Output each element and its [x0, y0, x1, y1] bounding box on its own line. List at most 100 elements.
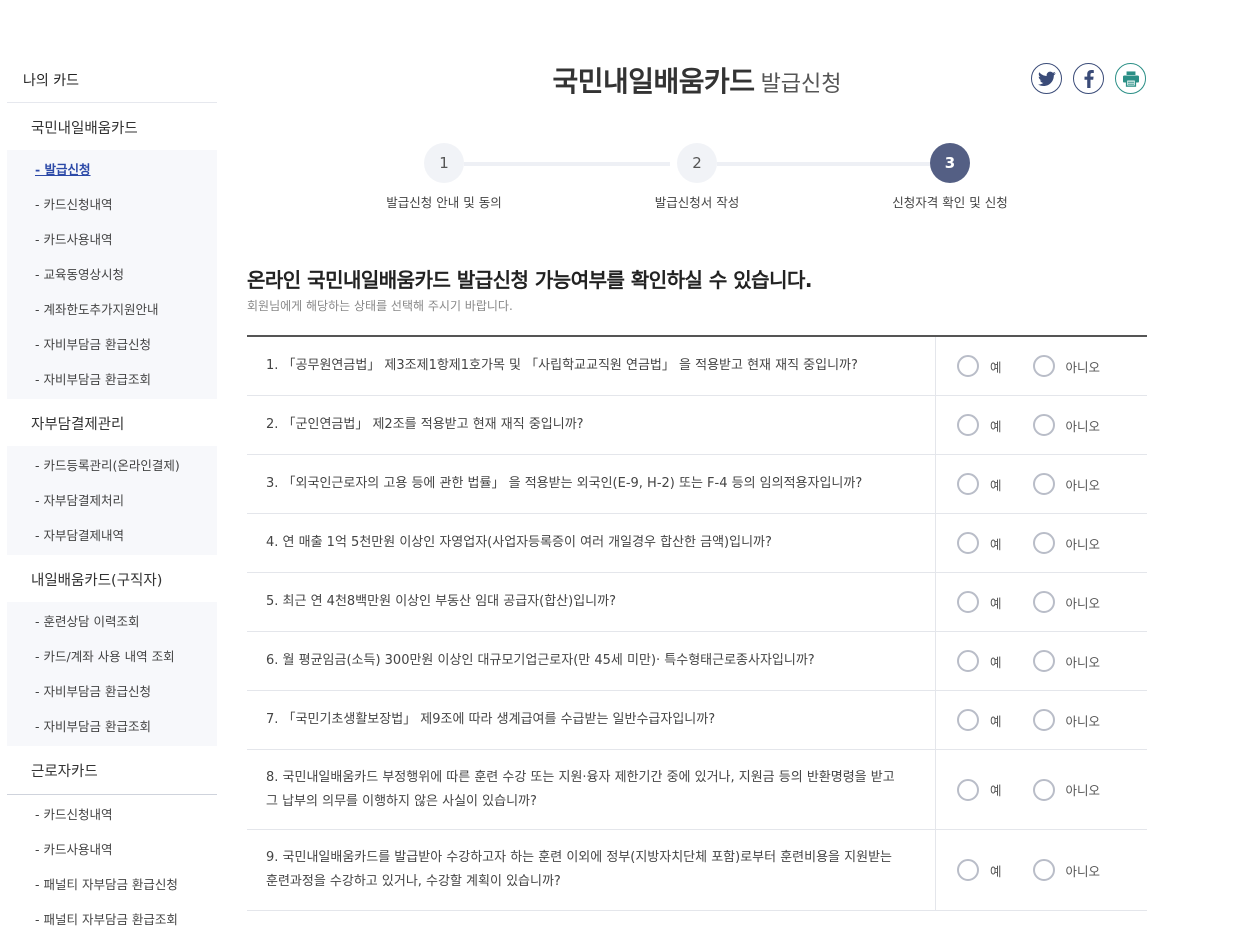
radio-no-label: 아니오	[1065, 359, 1101, 375]
radio-no[interactable]: 아니오	[1032, 414, 1100, 436]
eligibility-table: 1. 「공무원연금법」 제3조제1항제1호가목 및 「사립학교교직원 연금법」 …	[247, 335, 1147, 911]
radio-no[interactable]: 아니오	[1032, 532, 1101, 554]
sidebar-group-list: - 발급신청 - 카드신청내역 - 카드사용내역 - 교육동영상시청 - 계좌한…	[7, 150, 217, 399]
radio-no[interactable]: 아니오	[1032, 473, 1101, 495]
radio-yes-label: 예	[990, 418, 1002, 434]
radio-circle[interactable]	[1032, 473, 1055, 495]
sidebar-group-title[interactable]: 근로자카드	[7, 746, 217, 795]
question-options: 예 아니오	[936, 455, 1147, 513]
sidebar-item[interactable]: - 패널티 자부담금 환급신청	[7, 867, 217, 902]
radio-circle[interactable]	[957, 859, 979, 881]
question-text: 6. 월 평균임금(소득) 300만원 이상인 대규모기업근로자(만 45세 미…	[247, 632, 936, 690]
step-3-circle: 3	[930, 143, 970, 183]
print-icon[interactable]	[1115, 63, 1146, 94]
sidebar-item[interactable]: - 자비부담금 환급조회	[7, 362, 217, 397]
radio-yes[interactable]: 예	[957, 778, 1002, 801]
sidebar-group-list: - 훈련상담 이력조회 - 카드/계좌 사용 내역 조회 - 자비부담금 환급신…	[7, 602, 217, 746]
sidebar-group-title[interactable]: 국민내일배움카드	[7, 103, 217, 150]
radio-circle[interactable]	[957, 650, 979, 672]
radio-yes-label: 예	[990, 477, 1002, 493]
radio-yes[interactable]: 예	[957, 591, 1002, 613]
table-row: 4. 연 매출 1억 5천만원 이상인 자영업자(사업자등록증이 여러 개일경우…	[247, 514, 1147, 573]
radio-yes-label: 예	[990, 654, 1002, 670]
sidebar-item[interactable]: - 카드신청내역	[7, 187, 217, 222]
sidebar-group-title[interactable]: 자부담결제관리	[7, 399, 217, 446]
table-row: 7. 「국민기초생활보장법」 제9조에 따라 생계급여를 수급받는 일반수급자입…	[247, 691, 1147, 750]
sidebar-item-issue-apply[interactable]: - 발급신청	[7, 152, 217, 187]
radio-yes[interactable]: 예	[957, 650, 1002, 672]
radio-no[interactable]: 아니오	[1032, 591, 1100, 613]
radio-circle[interactable]	[1032, 650, 1055, 672]
radio-no[interactable]: 아니오	[1032, 709, 1101, 731]
radio-circle[interactable]	[957, 778, 979, 801]
question-text: 7. 「국민기초생활보장법」 제9조에 따라 생계급여를 수급받는 일반수급자입…	[247, 691, 936, 749]
radio-circle[interactable]	[957, 355, 979, 377]
table-row: 8. 국민내일배움카드 부정행위에 따른 훈련 수강 또는 지원·융자 제한기간…	[247, 750, 1147, 830]
sidebar-item[interactable]: - 훈련상담 이력조회	[7, 604, 217, 639]
step-2-label: 발급신청서 작성	[654, 195, 740, 210]
radio-yes[interactable]: 예	[957, 859, 1002, 881]
radio-no-label: 아니오	[1065, 713, 1101, 729]
progress-steps: 1 2 3 발급신청 안내 및 동의 발급신청서 작성 신청자격 확인 및 신청	[247, 143, 1147, 223]
radio-circle[interactable]	[957, 709, 979, 731]
twitter-icon[interactable]	[1031, 63, 1062, 94]
sidebar-item[interactable]: - 자비부담금 환급신청	[7, 674, 217, 709]
sidebar-item[interactable]: - 자부담결제처리	[7, 483, 217, 518]
radio-no[interactable]: 아니오	[1032, 778, 1101, 801]
sidebar-item[interactable]: - 카드사용내역	[7, 222, 217, 257]
page-title-main: 국민내일배움카드	[552, 65, 755, 98]
page-title-sub: 발급신청	[760, 72, 842, 97]
radio-circle[interactable]	[1032, 591, 1055, 613]
radio-no-label: 아니오	[1065, 783, 1101, 798]
sidebar-item[interactable]: - 패널티 자부담금 환급조회	[7, 902, 217, 937]
sidebar-item[interactable]: - 카드등록관리(온라인결제)	[7, 448, 217, 483]
sidebar-item[interactable]: - 자부담결제내역	[7, 518, 217, 553]
radio-circle[interactable]	[1032, 709, 1055, 731]
radio-no[interactable]: 아니오	[1032, 650, 1100, 672]
radio-yes[interactable]: 예	[957, 473, 1002, 495]
radio-circle[interactable]	[1032, 532, 1055, 554]
radio-yes-label: 예	[990, 595, 1002, 611]
radio-no-label: 아니오	[1065, 477, 1101, 493]
question-options: 예 아니오	[936, 573, 1147, 631]
question-text: 9. 국민내일배움카드를 발급받아 수강하고자 하는 훈련 이외에 정부(지방자…	[247, 830, 936, 910]
sidebar-item[interactable]: - 자비부담금 환급조회	[7, 709, 217, 744]
radio-circle[interactable]	[1032, 859, 1055, 881]
radio-no[interactable]: 아니오	[1032, 859, 1100, 881]
question-text: 8. 국민내일배움카드 부정행위에 따른 훈련 수강 또는 지원·융자 제한기간…	[247, 750, 936, 829]
table-row: 1. 「공무원연금법」 제3조제1항제1호가목 및 「사립학교교직원 연금법」 …	[247, 337, 1147, 396]
question-options: 예 아니오	[936, 337, 1147, 395]
radio-circle[interactable]	[1032, 778, 1055, 801]
question-text: 4. 연 매출 1억 5천만원 이상인 자영업자(사업자등록증이 여러 개일경우…	[247, 514, 936, 572]
facebook-icon[interactable]	[1073, 63, 1104, 94]
sidebar-item[interactable]: - 교육동영상시청	[7, 257, 217, 292]
sidebar-item[interactable]: - 자비부담금 환급신청	[7, 327, 217, 362]
table-row: 6. 월 평균임금(소득) 300만원 이상인 대규모기업근로자(만 45세 미…	[247, 632, 1147, 691]
sidebar-group-title[interactable]: 내일배움카드(구직자)	[7, 555, 217, 602]
question-options: 예 아니오	[936, 830, 1147, 910]
radio-yes-label: 예	[990, 536, 1002, 552]
radio-yes[interactable]: 예	[957, 532, 1002, 554]
radio-yes-label: 예	[990, 783, 1002, 798]
sidebar-item[interactable]: - 계좌한도추가지원안내	[7, 292, 217, 327]
question-options: 예 아니오	[936, 632, 1147, 690]
radio-yes[interactable]: 예	[957, 709, 1002, 731]
radio-circle[interactable]	[1032, 355, 1055, 377]
sidebar-item[interactable]: - 카드사용내역	[7, 832, 217, 867]
radio-circle[interactable]	[957, 532, 979, 554]
sidebar-group-list: - 카드등록관리(온라인결제) - 자부담결제처리 - 자부담결제내역	[7, 446, 217, 555]
table-row: 3. 「외국인근로자의 고용 등에 관한 법률」 을 적용받는 외국인(E-9,…	[247, 455, 1147, 514]
radio-no[interactable]: 아니오	[1032, 355, 1101, 377]
sidebar-item[interactable]: - 카드/계좌 사용 내역 조회	[7, 639, 217, 674]
question-text: 5. 최근 연 4천8백만원 이상인 부동산 임대 공급자(합산)입니까?	[247, 573, 936, 631]
sidebar-title: 나의 카드	[7, 60, 217, 103]
radio-circle[interactable]	[1032, 414, 1055, 436]
radio-yes[interactable]: 예	[957, 414, 1002, 436]
sidebar-item[interactable]: - 카드신청내역	[7, 797, 217, 832]
radio-no-label: 아니오	[1065, 536, 1101, 552]
radio-yes[interactable]: 예	[957, 355, 1002, 377]
radio-circle[interactable]	[957, 414, 979, 436]
radio-circle[interactable]	[957, 591, 979, 613]
page-title: 국민내일배움카드 발급신청	[247, 60, 1147, 100]
radio-circle[interactable]	[957, 473, 979, 495]
